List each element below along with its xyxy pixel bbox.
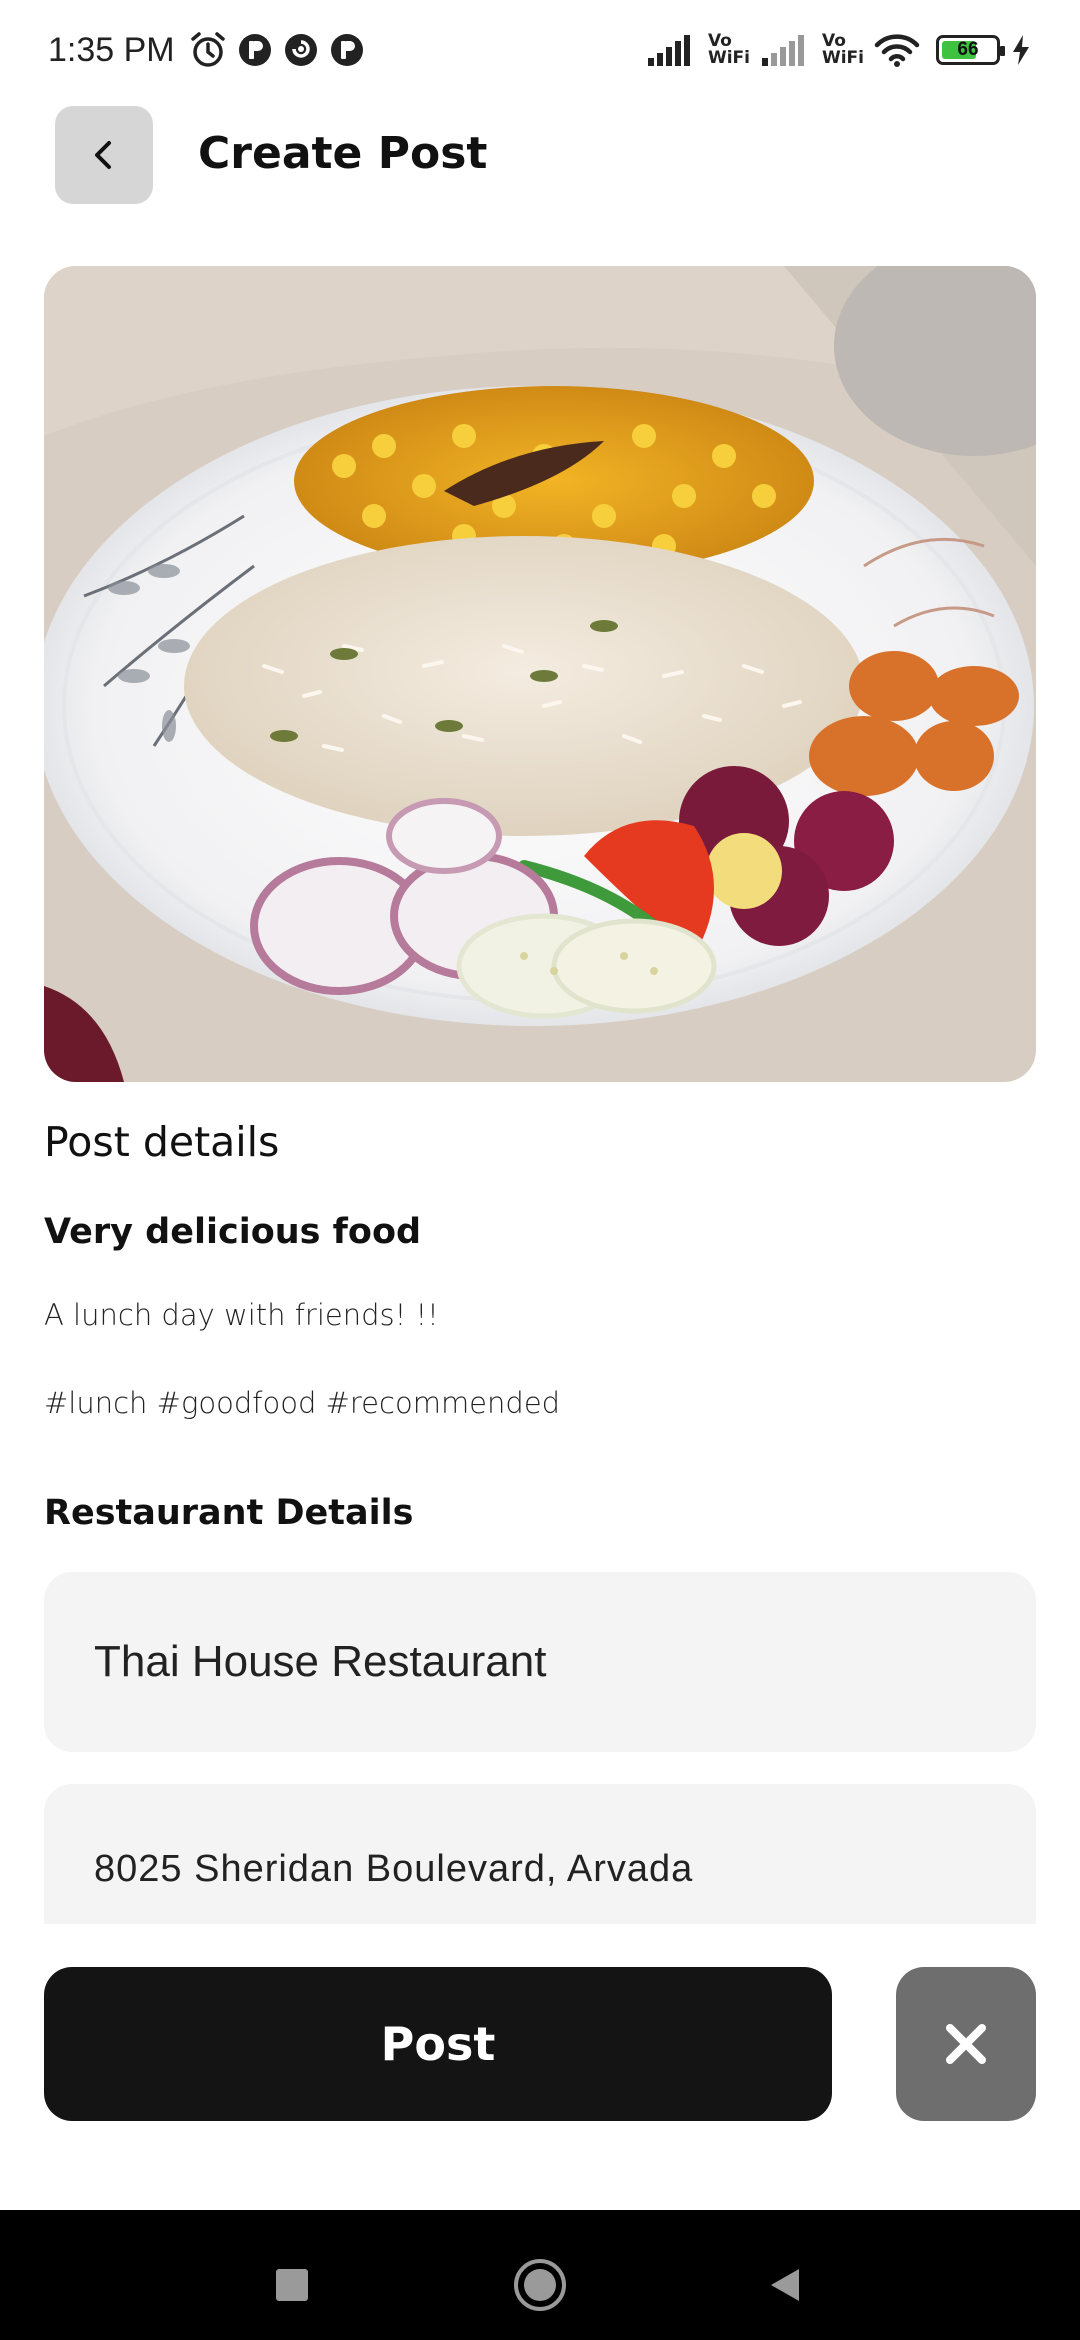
app-notification-icon [237,32,273,68]
app-notification-icon [283,32,319,68]
status-time: 1:35 PM [48,30,175,69]
home-button[interactable] [505,2250,575,2320]
vowifi-icon: Vo WiFi [707,31,750,68]
triangle-back-icon [771,2269,799,2301]
alarm-icon [189,31,227,69]
app-notification-icon [329,32,365,68]
address-field-clip [0,1784,1080,1924]
status-left: 1:35 PM [48,31,365,70]
circle-icon [514,2259,566,2311]
system-nav-bar [0,2210,1080,2340]
wifi-icon [874,33,920,67]
battery-level: 66 [957,39,979,60]
header: Create Post [0,106,1080,206]
status-bar: 1:35 PM Vo WiFi Vo WiFi 66 [0,0,1080,100]
restaurant-name-input[interactable] [94,1637,994,1687]
close-button[interactable] [896,1967,1036,2121]
back-nav-button[interactable] [750,2250,820,2320]
vowifi-icon: Vo WiFi [821,31,864,68]
food-photo[interactable] [44,266,1036,1082]
create-post-screen: 1:35 PM Vo WiFi Vo WiFi 66 Create Post P… [0,0,1080,2340]
status-right: Vo WiFi Vo WiFi 66 [646,33,1032,67]
restaurant-details-title: Restaurant Details [44,1493,414,1533]
close-icon [946,2024,986,2064]
post-heading: Very delicious food [44,1212,422,1252]
signal-icon [646,34,696,66]
chevron-left-icon [95,141,111,169]
signal-icon [760,34,810,66]
post-button[interactable]: Post [44,1967,832,2121]
post-hashtags: #lunch #goodfood #recommended [44,1386,561,1420]
back-button[interactable] [55,106,153,204]
battery-icon: 66 [936,35,1005,65]
restaurant-address-input[interactable] [94,1848,994,1891]
bolt-icon [1010,34,1032,66]
page-title: Create Post [198,128,488,179]
post-details-title: Post details [44,1118,280,1166]
post-description: A lunch day with friends! !! [44,1298,439,1332]
restaurant-name-field[interactable] [44,1572,1036,1752]
square-icon [276,2269,308,2301]
recents-button[interactable] [257,2250,327,2320]
restaurant-address-field[interactable] [44,1784,1036,1924]
